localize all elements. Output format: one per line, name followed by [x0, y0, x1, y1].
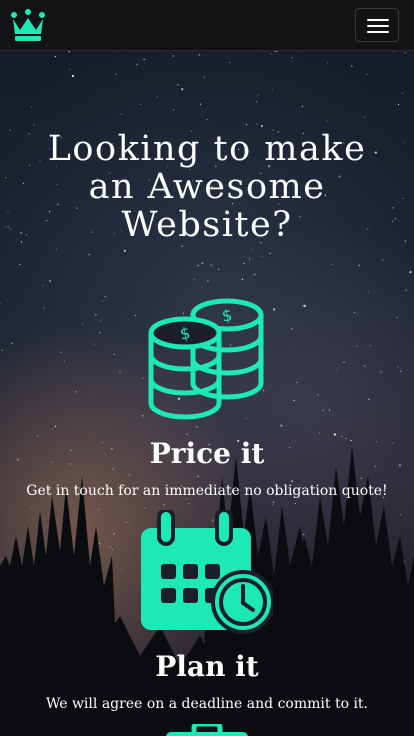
feature-text-price: Get in touch for an immediate no obligat…	[26, 483, 388, 499]
hamburger-menu-button[interactable]	[355, 8, 399, 42]
hamburger-bar	[367, 31, 389, 33]
svg-text:$: $	[220, 305, 233, 325]
coins-icon: $ $	[148, 298, 264, 420]
feature-text-plan: We will agree on a deadline and commit t…	[45, 696, 369, 712]
hero-headline: Looking to make an Awesome Website?	[0, 130, 414, 244]
hamburger-bar	[367, 25, 389, 27]
feature-title-price: Price it	[149, 437, 265, 470]
feature-title-plan: Plan it	[155, 650, 259, 683]
hero-headline-line-2: an Awesome	[88, 167, 326, 207]
crown-icon[interactable]	[10, 8, 46, 42]
calendar-clock-icon	[141, 510, 273, 634]
main-content: Looking to make an Awesome Website? $ $ …	[0, 0, 414, 736]
top-navbar	[0, 0, 414, 51]
briefcase-icon	[166, 724, 248, 736]
hero-headline-line-1: Looking to make	[47, 129, 367, 169]
hamburger-menu-icon	[367, 19, 389, 21]
hero-headline-line-3: Website?	[121, 205, 293, 245]
